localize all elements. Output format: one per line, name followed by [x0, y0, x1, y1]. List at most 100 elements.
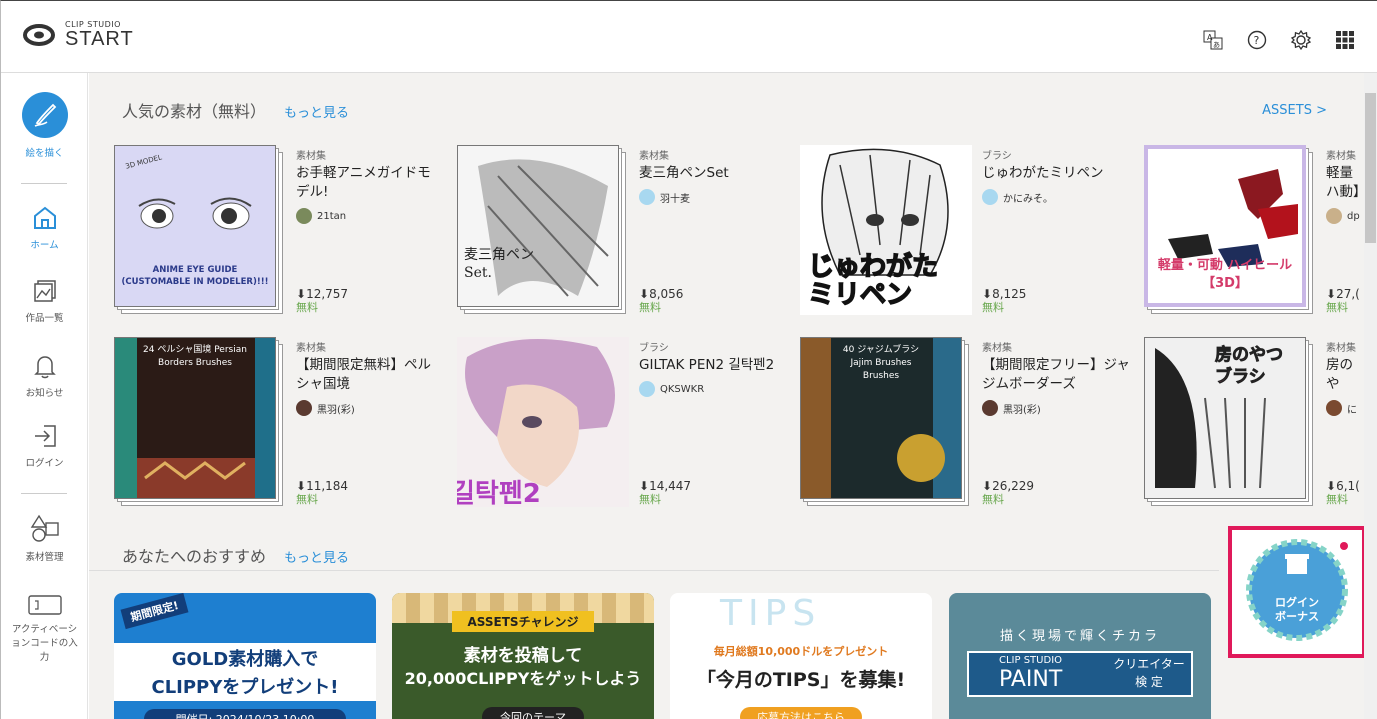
card-author[interactable]: dp — [1326, 208, 1365, 224]
clip-studio-logo[interactable]: CLIP STUDIO START — [23, 21, 134, 49]
thumb-caption: ANIME EYE GUIDE (CUSTOMABLE IN MODELER)!… — [121, 265, 269, 287]
recommend-banner[interactable]: ASSETSチャレンジ 素材を投稿して 20,000CLIPPYをゲットしよう … — [392, 593, 654, 719]
sidebar-item-materials[interactable]: 素材管理 — [1, 513, 88, 563]
sidebar-item-draw[interactable]: 絵を描く — [1, 91, 88, 159]
sidebar-item-label: ログイン — [25, 458, 64, 469]
popular-section-header: 人気の素材（無料） もっと見る — [122, 98, 349, 122]
card-thumbnail[interactable]: 3D MODEL ANIME EYE GUIDE (CUSTOMABLE IN … — [114, 145, 286, 315]
material-card[interactable]: 40 ジャジムブラシ Jajim Brushes Brushes 素材集 【期間… — [800, 337, 1130, 507]
card-title: GILTAK PEN2 길탁펜2 — [639, 357, 775, 373]
thumb-caption: じゅわがた ミリペン — [807, 252, 939, 310]
author-name: 羽十麦 — [660, 193, 690, 205]
card-category: 素材集 — [296, 151, 326, 162]
banner-tag: 期間限定! — [120, 593, 189, 630]
login-bonus-badge — [1246, 539, 1348, 641]
card-price: 無料 — [1326, 301, 1348, 314]
card-author[interactable]: かにみそ。 — [982, 189, 1130, 205]
avatar — [1326, 208, 1342, 224]
sidebar-item-label: 素材管理 — [25, 552, 64, 563]
login-bonus-widget[interactable]: ログイン ボーナス — [1228, 526, 1366, 658]
card-thumbnail[interactable]: 房のやつ ブラシ — [1144, 337, 1316, 507]
card-title: 【期間限定無料】ペルシャ国境 — [296, 357, 431, 392]
card-thumbnail[interactable]: 24 ペルシャ国境 Persian Borders Brushes — [114, 337, 286, 507]
card-category: 素材集 — [1326, 343, 1356, 354]
sketch-illustration — [478, 159, 609, 297]
sidebar-item-notifications[interactable]: お知らせ — [1, 353, 88, 399]
card-thumbnail[interactable]: 麦三角ペン Set. — [457, 145, 629, 315]
help-icon[interactable]: ? — [1246, 29, 1268, 51]
svg-text:?: ? — [1254, 34, 1260, 47]
sidebar-item-works[interactable]: 作品一覧 — [1, 278, 88, 324]
materials-icon — [30, 514, 59, 542]
material-card[interactable]: 길탁펜2 ブラシ GILTAK PEN2 길탁펜2 QKSWKR ⬇14,447… — [457, 337, 787, 507]
section-divider — [89, 570, 1219, 571]
card-author[interactable]: 21tan — [296, 208, 444, 224]
sidebar-item-label: お知らせ — [25, 388, 64, 399]
avatar — [296, 208, 312, 224]
popular-more-link[interactable]: もっと見る — [284, 102, 349, 121]
card-thumbnail[interactable]: じゅわがた ミリペン — [800, 145, 972, 315]
author-name: に — [1347, 404, 1357, 416]
card-price: 無料 — [296, 493, 318, 506]
scrollbar[interactable] — [1364, 73, 1377, 719]
card-price: 無料 — [982, 493, 1004, 506]
sidebar-item-label: アクティベーションコードの入力 — [11, 624, 78, 663]
card-category: 素材集 — [982, 343, 1012, 354]
recommend-more-link[interactable]: もっと見る — [284, 547, 349, 566]
avatar — [639, 381, 655, 397]
recommend-banner[interactable]: 期間限定! GOLD素材購入で CLIPPYをプレゼント! 開催日: 2024/… — [114, 593, 376, 719]
card-thumbnail[interactable]: 軽量・可動 ハイヒール【3D】 — [1144, 145, 1316, 315]
author-name: dp — [1347, 210, 1360, 222]
scrollbar-thumb[interactable] — [1365, 93, 1376, 243]
avatar — [982, 189, 998, 205]
recommend-banner[interactable]: TIPS 毎月総額10,000ドルをプレゼント 「今月のTIPS」を募集! 応募… — [670, 593, 932, 719]
card-author[interactable]: QKSWKR — [639, 381, 787, 397]
card-author[interactable]: 黒羽(彩) — [982, 400, 1130, 416]
works-icon — [33, 280, 56, 302]
banner-tag: ASSETSチャレンジ — [452, 611, 594, 632]
bell-icon — [33, 356, 56, 379]
sidebar-item-label: 絵を描く — [25, 148, 64, 159]
card-title: 麦三角ペンSet — [639, 165, 729, 181]
recommend-section-header: あなたへのおすすめ もっと見る — [122, 543, 349, 567]
card-category: ブラシ — [982, 151, 1012, 162]
card-title: 房のや — [1326, 357, 1353, 392]
translate-icon[interactable]: Aあ — [1202, 29, 1224, 51]
apps-grid-icon[interactable] — [1334, 29, 1356, 51]
card-category: 素材集 — [639, 151, 669, 162]
settings-icon[interactable] — [1290, 29, 1312, 51]
login-bonus-line1: ログイン — [1275, 596, 1319, 609]
login-icon — [34, 425, 56, 447]
draw-icon — [21, 92, 68, 138]
card-category: 素材集 — [296, 343, 326, 354]
card-author[interactable]: 黒羽(彩) — [296, 400, 444, 416]
sidebar: 絵を描く ホーム 作品一覧 お知らせ ログイン 素材管理 アクティベーションコー… — [1, 73, 88, 719]
avatar — [639, 189, 655, 205]
card-title: じゅわがたミリペン — [982, 165, 1104, 181]
activation-icon — [27, 595, 62, 615]
material-card[interactable]: 24 ペルシャ国境 Persian Borders Brushes 素材集 【期… — [114, 337, 444, 507]
material-card[interactable]: 3D MODEL ANIME EYE GUIDE (CUSTOMABLE IN … — [114, 145, 444, 315]
sidebar-item-login[interactable]: ログイン — [1, 423, 88, 469]
banner-line3: 今回のテーマ — [482, 707, 584, 719]
author-name: 黒羽(彩) — [317, 404, 355, 416]
sidebar-item-home[interactable]: ホーム — [1, 205, 88, 251]
card-title: お手軽アニメガイドモデル! — [296, 165, 431, 200]
material-card[interactable]: 軽量・可動 ハイヒール【3D】 素材集 軽量ハ動】【 dp ⬇27,( 無料 — [1144, 145, 1365, 315]
banner-line1: 素材を投稿して — [463, 646, 583, 666]
assets-link[interactable]: ASSETS > — [1262, 103, 1327, 118]
recommend-banner[interactable]: 描く現場で輝くチカラ CLIP STUDIO PAINT クリエイター 検 定 — [949, 593, 1211, 719]
avatar — [1326, 400, 1342, 416]
material-card[interactable]: 麦三角ペン Set. 素材集 麦三角ペンSet 羽十麦 ⬇8,056 無料 — [457, 145, 787, 315]
author-name: 黒羽(彩) — [1003, 404, 1041, 416]
card-author[interactable]: 羽十麦 — [639, 189, 787, 205]
card-thumbnail[interactable]: 길탁펜2 — [457, 337, 629, 507]
card-thumbnail[interactable]: 40 ジャジムブラシ Jajim Brushes Brushes — [800, 337, 972, 507]
card-author[interactable]: に — [1326, 400, 1365, 416]
material-card[interactable]: 房のやつ ブラシ 素材集 房のや に ⬇6,1( 無料 — [1144, 337, 1365, 507]
sidebar-divider — [21, 183, 67, 184]
sidebar-item-activation[interactable]: アクティベーションコードの入力 — [1, 593, 88, 665]
author-name: QKSWKR — [660, 383, 705, 395]
home-icon — [33, 206, 56, 229]
material-card[interactable]: じゅわがた ミリペン ブラシ じゅわがたミリペン かにみそ。 ⬇8,125 無料 — [800, 145, 1130, 315]
